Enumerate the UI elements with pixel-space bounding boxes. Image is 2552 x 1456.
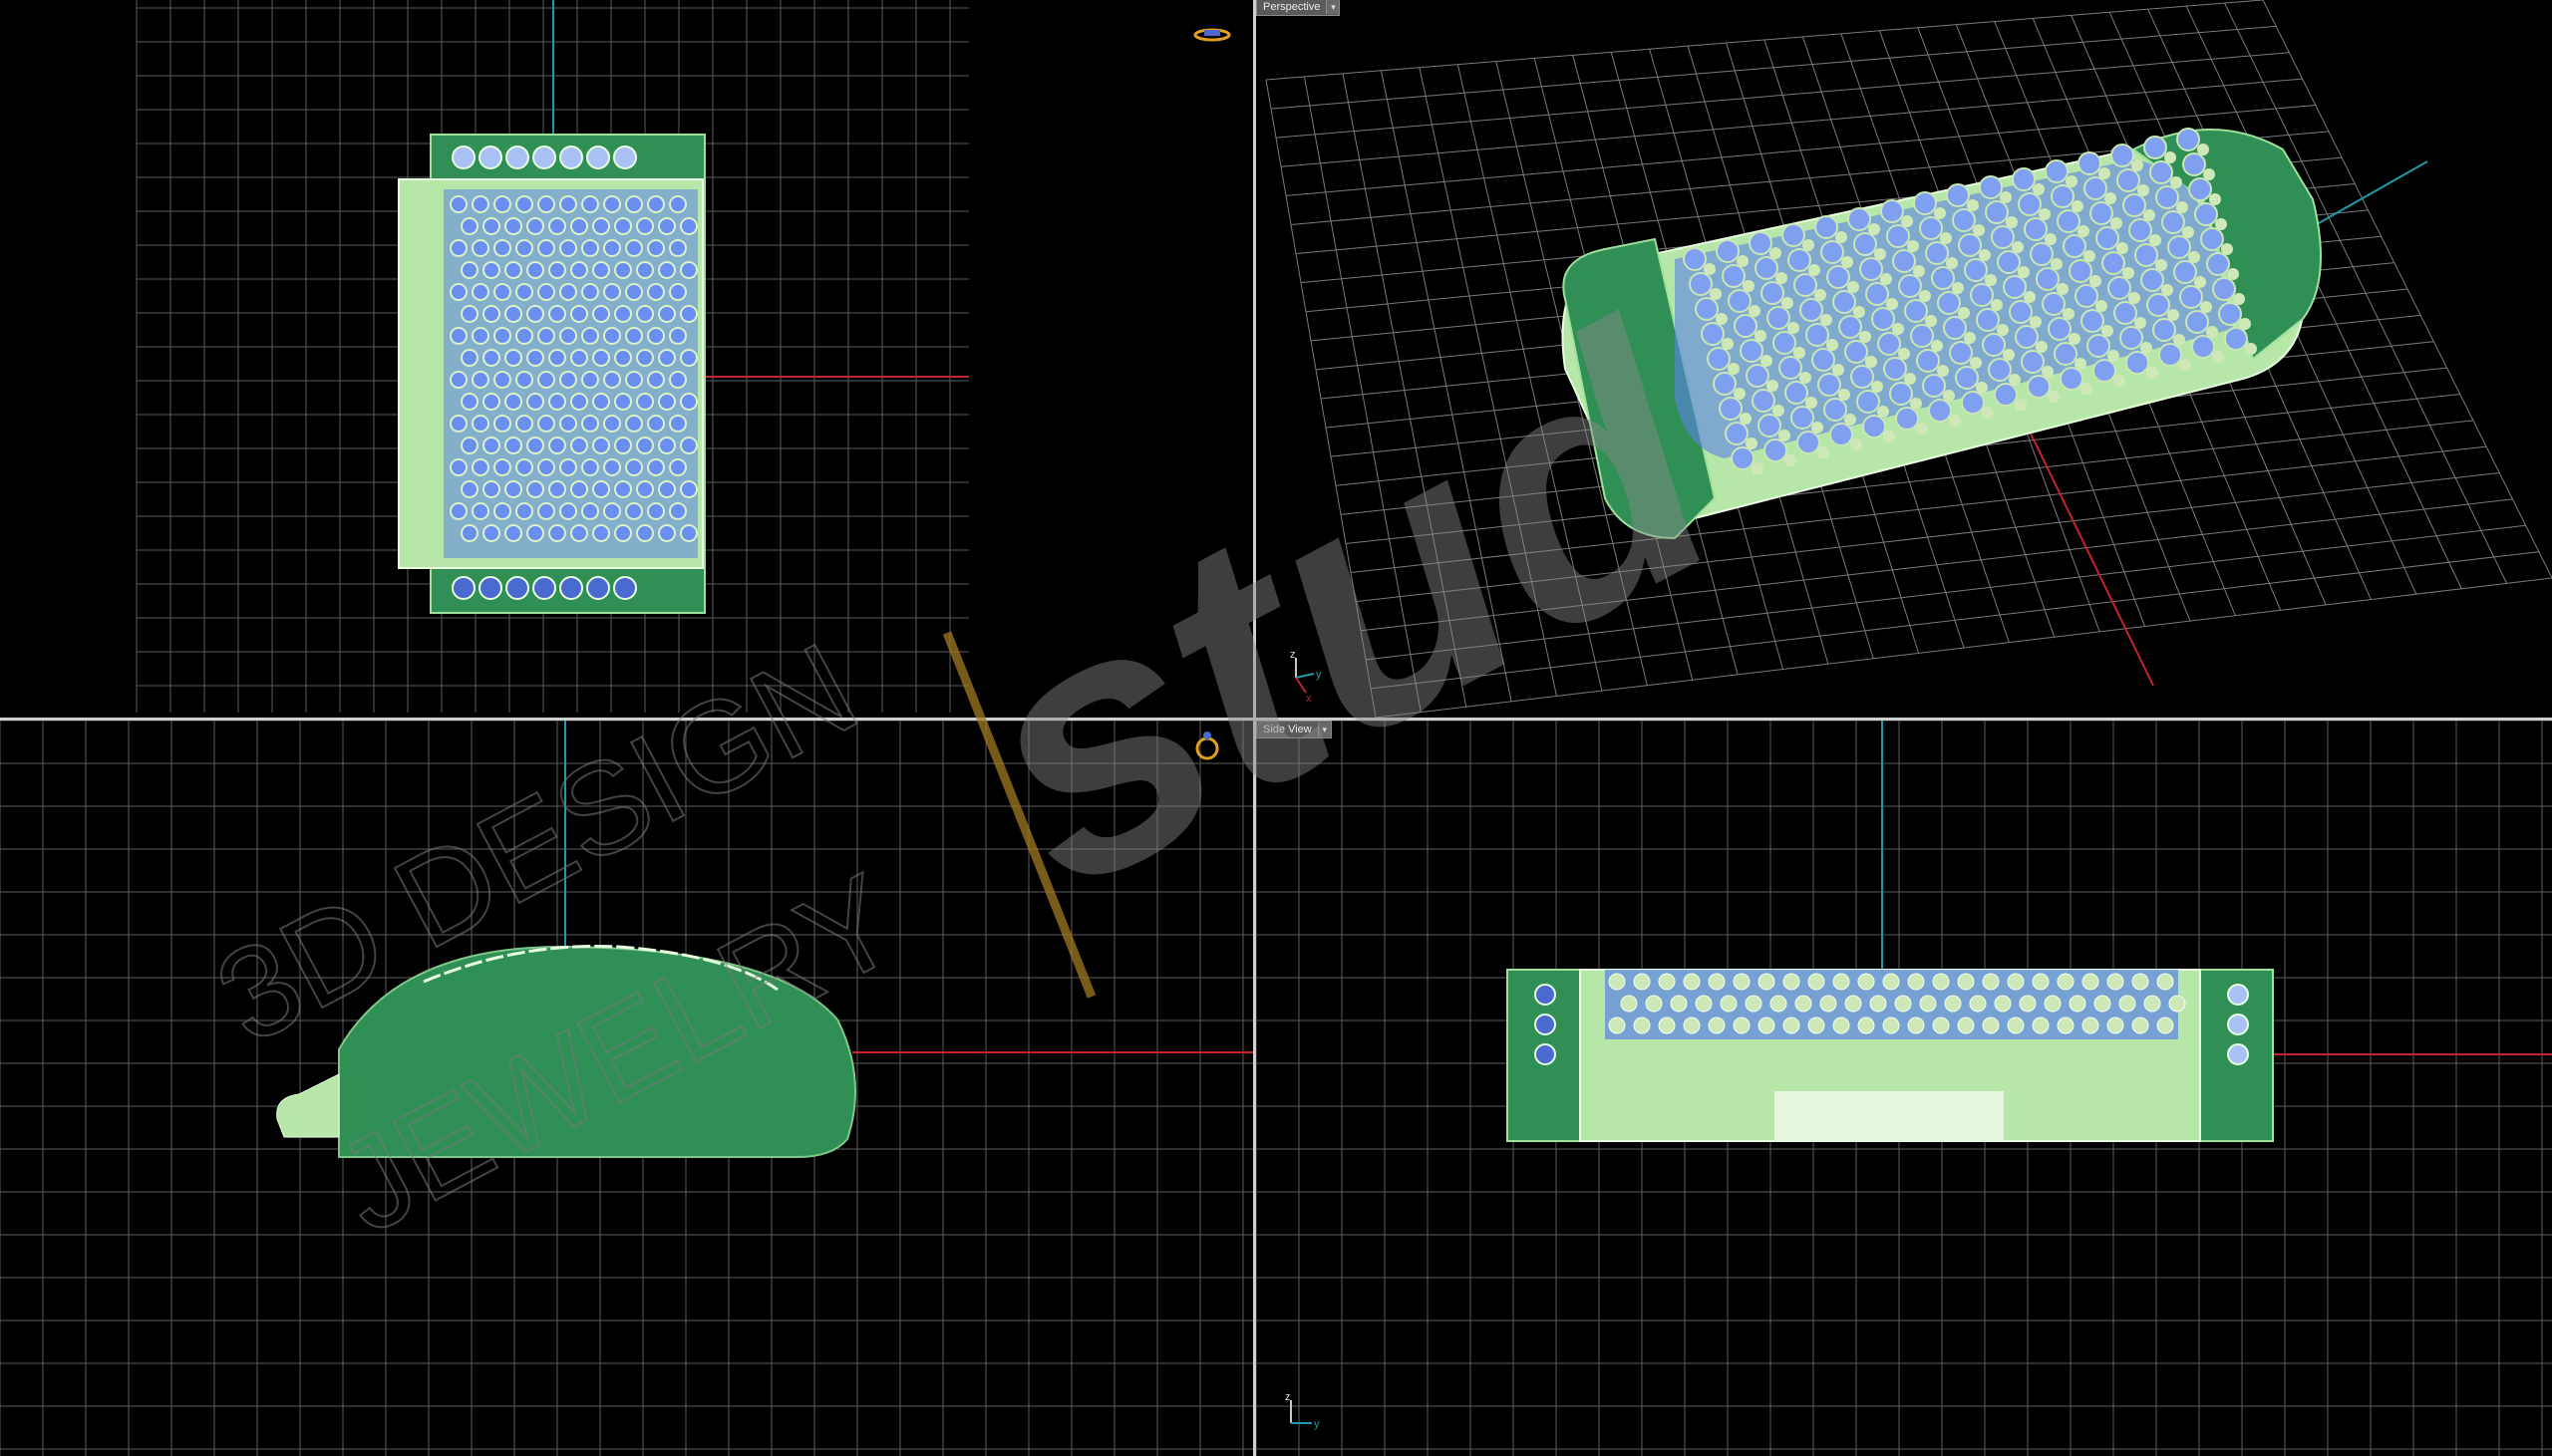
view-label-text: Perspective: [1263, 1, 1321, 13]
front-view-canvas: [0, 721, 1253, 1456]
viewport-front[interactable]: [0, 721, 1253, 1456]
svg-text:z: z: [1285, 1391, 1291, 1403]
perspective-canvas: z y x: [1265, 0, 2552, 718]
viewport-top[interactable]: [0, 0, 1253, 718]
svg-text:y: y: [1316, 669, 1322, 681]
axis-gizmo-persp: z y x: [1290, 649, 1322, 705]
view-label-side[interactable]: Side View ▾: [1256, 721, 1332, 738]
side-view-canvas: z y: [1256, 721, 2552, 1456]
mini-ring-icon[interactable]: [1192, 26, 1232, 42]
viewport-perspective[interactable]: z y x Perspective ▾: [1256, 0, 2552, 718]
ring-model-top[interactable]: [398, 134, 706, 614]
view-label-text: Side View: [1263, 724, 1312, 735]
view-label-perspective[interactable]: Perspective ▾: [1256, 0, 1341, 16]
viewport-side[interactable]: z y Side View ▾: [1256, 721, 2552, 1456]
ring-model-side[interactable]: [1506, 969, 2274, 1142]
viewport-divider-horizontal[interactable]: [0, 718, 2552, 721]
view-menu-chevron-icon[interactable]: ▾: [1317, 723, 1331, 736]
svg-text:y: y: [1314, 1418, 1320, 1430]
svg-text:z: z: [1290, 649, 1296, 661]
top-view-canvas: [136, 0, 969, 713]
axis-gizmo-side: z y: [1285, 1391, 1320, 1430]
view-menu-chevron-icon[interactable]: ▾: [1326, 0, 1340, 14]
svg-text:x: x: [1306, 693, 1312, 705]
ring-orbit-icon[interactable]: [1192, 730, 1222, 760]
viewport-divider-vertical[interactable]: [1253, 0, 1256, 1456]
